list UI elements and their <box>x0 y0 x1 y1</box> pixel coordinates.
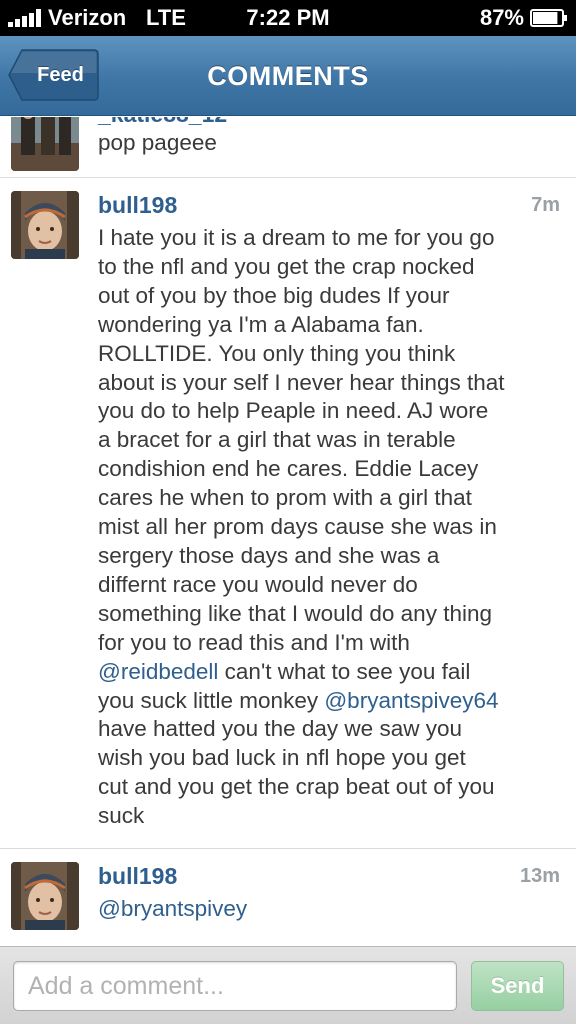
navigation-bar: COMMENTS Feed <box>0 36 576 116</box>
comment-username[interactable]: bull198 <box>98 192 177 219</box>
comment-timestamp: 13m <box>519 865 560 887</box>
comment-line: wish you bad luck in nfl hope you get <box>98 745 466 771</box>
comment-line: out of you by thoe big dudes If your <box>98 282 450 308</box>
avatar[interactable] <box>11 117 79 171</box>
comment-composer: Send <box>0 946 576 1024</box>
comment-line: cut and you get the crap beat out of you <box>98 774 495 800</box>
comment-list[interactable]: _katie88_12 pop pageee bull198 7m I hate… <box>0 117 576 945</box>
comment-line-text: you suck little monkey <box>98 687 325 713</box>
comment-timestamp: 7m <box>531 194 560 216</box>
comment-line: you do to help Peaple in need. AJ wore <box>98 398 489 424</box>
mention-link[interactable]: @reidbedell <box>98 659 218 684</box>
comment-input[interactable] <box>13 961 457 1011</box>
comment-line: something like that I would do any thing <box>98 600 492 626</box>
send-button[interactable]: Send <box>471 961 564 1011</box>
battery-percent: 87% <box>479 5 524 30</box>
comment-line: wondering ya I'm a Alabama fan. <box>98 311 424 337</box>
comment-username[interactable]: _katie88_12 <box>98 117 227 128</box>
mention-link[interactable]: @bryantspivey64 <box>324 688 498 713</box>
back-button[interactable]: Feed <box>8 49 99 101</box>
comment-item: bull198 13m @bryantspivey <box>0 849 576 945</box>
battery-icon <box>530 9 567 27</box>
comment-line: suck <box>98 803 145 829</box>
avatar[interactable] <box>11 191 79 259</box>
comment-line: condishion end he cares. Eddie Lacey <box>98 456 479 482</box>
comment-text: @bryantspivey <box>98 895 564 924</box>
avatar[interactable] <box>11 862 79 930</box>
comment-line: you suck little monkey @bryantspivey64 <box>98 687 564 716</box>
comment-line: cares he when to prom with a girl that <box>98 485 472 511</box>
comment-text: I hate you it is a dream to me for you g… <box>98 224 564 831</box>
comment-line: have hatted you the day we saw you <box>98 716 462 742</box>
comment-line: differnt race you would never do <box>98 571 418 597</box>
status-bar: Verizon LTE 7:22 PM 87% <box>0 0 576 36</box>
comment-line: to the nfl and you get the crap nocked <box>98 253 475 279</box>
comment-text: pop pageee <box>98 130 217 155</box>
comment-line: I hate you it is a dream to me for you g… <box>98 225 495 250</box>
mention-link[interactable]: @bryantspivey <box>98 896 247 921</box>
comment-line: mist all her prom days cause she was in <box>98 514 497 540</box>
comment-line: @reidbedell can't what to see you fail <box>98 658 564 687</box>
comment-item: _katie88_12 pop pageee <box>0 117 576 178</box>
comment-line: for you to read this and I'm with <box>98 629 410 655</box>
comment-line: about is your self I never hear things t… <box>98 369 505 395</box>
comment-line: sergery those days and she was a <box>98 542 440 568</box>
back-button-label: Feed <box>37 64 84 86</box>
comment-line-text: can't what to see you fail <box>218 658 471 684</box>
comment-username[interactable]: bull198 <box>98 863 177 890</box>
comment-line: ROLLTIDE. You only thing you think <box>98 340 456 366</box>
comment-line: a bracet for a girl that was in terable <box>98 427 456 453</box>
comment-item: bull198 7m I hate you it is a dream to m… <box>0 178 576 849</box>
